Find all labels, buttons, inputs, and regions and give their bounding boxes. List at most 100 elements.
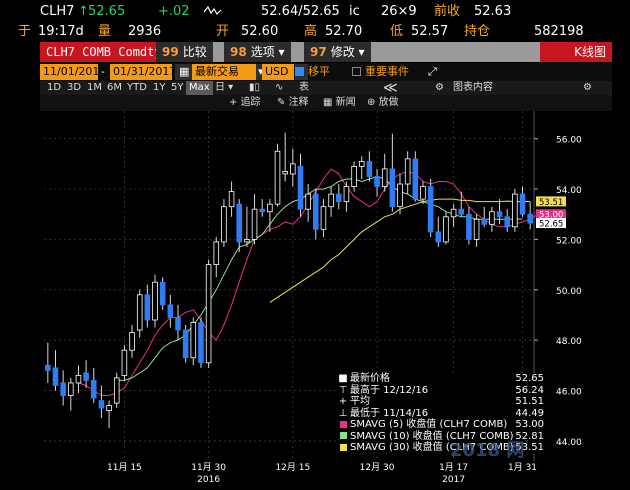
- period-6m[interactable]: 6M: [104, 81, 125, 95]
- period-1y[interactable]: 1Y: [150, 81, 168, 95]
- end-date-field[interactable]: 01/31/2017: [110, 64, 176, 80]
- compare-label: 比较: [182, 45, 207, 59]
- candle-body: [228, 191, 235, 208]
- bid-ask-suffix: ic: [349, 4, 360, 19]
- x-year-label: 2017: [442, 475, 466, 485]
- compare-button[interactable]: 99 比较: [156, 42, 213, 62]
- candle-body: [244, 239, 250, 243]
- candle-body: [358, 160, 365, 167]
- candle-body: [274, 150, 281, 205]
- period-5y[interactable]: 5Y: [168, 81, 186, 95]
- candle-body: [343, 186, 350, 203]
- candle-body: [335, 193, 342, 203]
- candle-body: [389, 168, 396, 208]
- annotate-label: 注释: [288, 97, 309, 108]
- x-tick-label: 11月 15: [107, 463, 142, 473]
- currency-label: USD: [265, 65, 289, 78]
- period-1m[interactable]: 1M: [84, 81, 105, 95]
- candle-body: [182, 329, 189, 359]
- period-1d[interactable]: 1D: [44, 81, 64, 95]
- smooth-label: 移平: [308, 65, 330, 78]
- high: 52.70: [325, 24, 363, 39]
- collapse-icon[interactable]: ≪: [380, 81, 401, 95]
- y-tick-label: 48.00: [556, 337, 582, 347]
- candle-body: [121, 349, 128, 376]
- date-separator: -: [101, 65, 105, 78]
- bar-chart-icon[interactable]: ▮▯: [246, 81, 263, 95]
- candle-body: [75, 374, 82, 384]
- x-tick-label: 12月 15: [275, 463, 311, 473]
- candle-body: [351, 165, 357, 187]
- legend-row: ■ 最新价格 52.65: [338, 373, 548, 385]
- options-button[interactable]: 98 选项 ▾: [224, 42, 291, 62]
- candle-body: [198, 322, 204, 364]
- candle-body: [68, 382, 74, 396]
- legend-label: 最低于 11/14/16: [350, 407, 429, 419]
- volume-label: 量: [98, 24, 112, 39]
- candle-body: [251, 208, 258, 240]
- y-tick-label: 52.00: [556, 236, 582, 246]
- candle-body: [167, 304, 174, 318]
- period-3d[interactable]: 3D: [64, 81, 84, 95]
- frequency-dropdown[interactable]: 日 ▾: [212, 81, 236, 95]
- candle-body: [489, 211, 495, 225]
- quote-time: 19:17d: [38, 24, 84, 39]
- toolbar: CLH7 COMB Comdty 99 比较 98 选项 ▾ 97 修改 ▾ K线图: [40, 42, 612, 62]
- legend-value: 51.51: [515, 396, 544, 407]
- open-interest-label: 持仓: [464, 24, 491, 39]
- mode-dropdown[interactable]: 最新交易: [192, 64, 256, 80]
- line-chart-icon[interactable]: ∿: [272, 81, 286, 95]
- candle-body: [144, 294, 151, 321]
- events-checkbox[interactable]: [352, 67, 361, 76]
- low-icon: ⊥: [338, 407, 348, 419]
- legend-value: 52.65: [515, 373, 544, 384]
- annotate-button[interactable]: ✎ 注释: [274, 96, 312, 110]
- candle-body: [267, 203, 273, 213]
- currency-dropdown[interactable]: USD: [262, 64, 294, 80]
- candle-body: [466, 213, 472, 240]
- candle-body: [152, 281, 158, 321]
- candle-body: [45, 364, 51, 371]
- expand-icon[interactable]: ⤢: [428, 64, 437, 80]
- edit-button[interactable]: 97 修改 ▾: [304, 42, 371, 62]
- legend-label: 最高于 12/12/16: [350, 384, 429, 396]
- track-label: 追踪: [240, 97, 261, 108]
- chart-content-label[interactable]: 图表内容: [450, 81, 496, 95]
- candle-body: [159, 281, 166, 306]
- events-label: 重要事件: [365, 65, 409, 78]
- open-label: 开: [216, 24, 230, 39]
- smooth-checkbox[interactable]: [295, 67, 304, 76]
- time-label: 于: [18, 24, 32, 39]
- table-label[interactable]: 表: [296, 81, 312, 95]
- candle-body: [282, 171, 288, 175]
- candle-body: [83, 372, 89, 381]
- period-max[interactable]: Max: [186, 81, 213, 95]
- y-tick-label: 50.00: [556, 287, 582, 297]
- candle-body: [106, 405, 112, 412]
- zoom-button[interactable]: ⊕ 放做: [364, 96, 402, 110]
- news-button[interactable]: ▦ 新闻: [320, 96, 359, 110]
- chart-settings-icon[interactable]: ⚙: [432, 81, 447, 95]
- candle-body: [496, 211, 503, 218]
- candle-body: [404, 158, 411, 185]
- settings-gear-icon[interactable]: ⚙: [580, 81, 595, 95]
- track-button[interactable]: + 追踪: [226, 96, 264, 110]
- candle-body: [519, 193, 526, 215]
- prev-close-label: 前收: [434, 4, 461, 19]
- candle-body: [412, 158, 419, 200]
- mode-label: 最新交易: [195, 65, 239, 78]
- chart-type-label[interactable]: K线图: [540, 42, 612, 62]
- candle-body: [213, 241, 220, 265]
- legend-swatch: [340, 420, 347, 428]
- legend-value: 44.49: [515, 407, 544, 419]
- candle-body: [236, 203, 243, 243]
- candle-body: [320, 206, 327, 230]
- start-date-field[interactable]: 11/01/2016: [40, 64, 106, 80]
- candle-body: [90, 380, 97, 399]
- candle-body: [374, 176, 380, 187]
- candle-body: [190, 322, 197, 359]
- candle-body: [136, 294, 143, 331]
- candle-body: [328, 193, 334, 208]
- period-ytd[interactable]: YTD: [124, 81, 150, 95]
- legend-label: 平均: [350, 396, 370, 407]
